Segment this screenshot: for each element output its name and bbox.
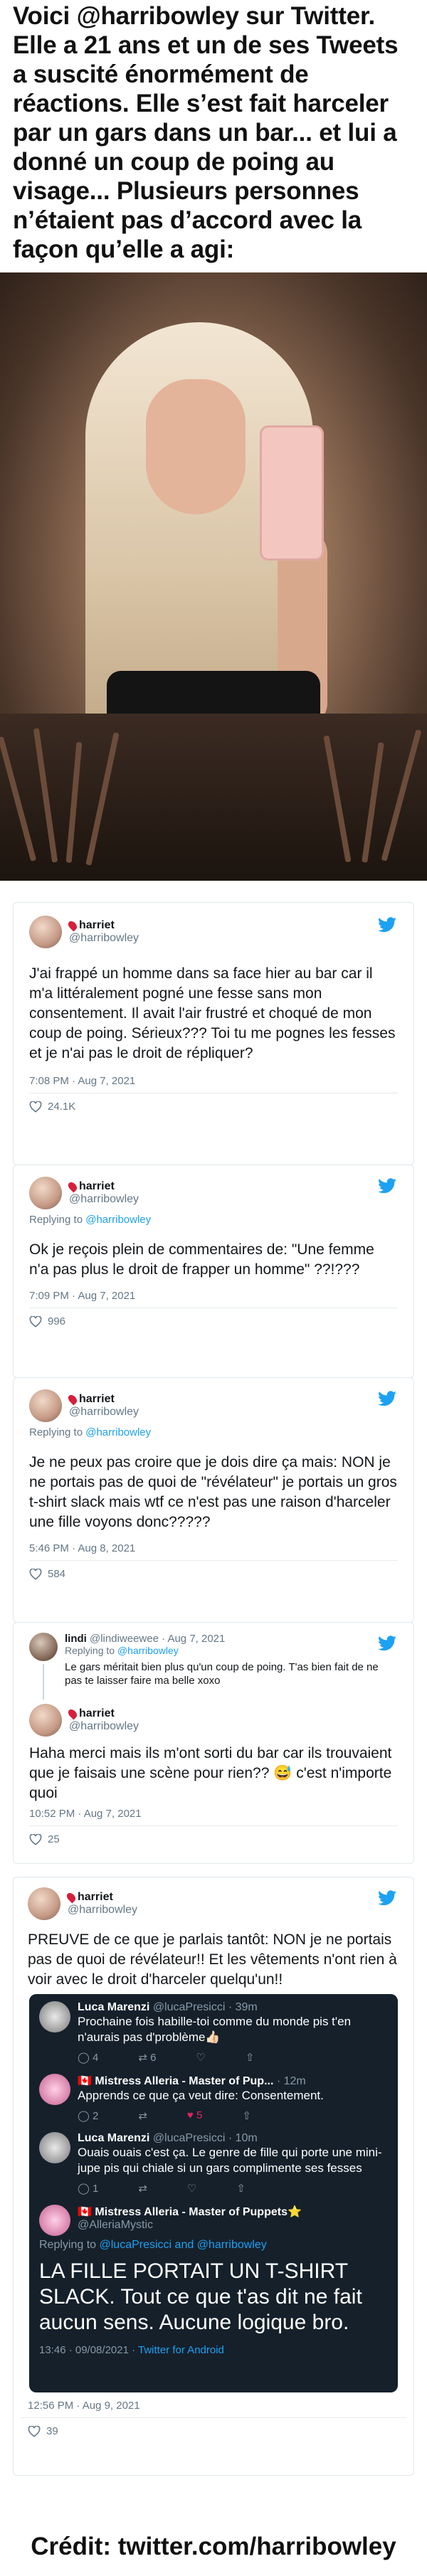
tweet-timestamp[interactable]: 10:52 PM · Aug 7, 2021 xyxy=(29,1808,398,1820)
embedded-reply: Luca Marenzi @lucaPresicci · 10m Ouais o… xyxy=(39,2132,388,2195)
embedded-text: Ouais ouais c'est ça. Le genre de fille … xyxy=(78,2146,382,2175)
parent-reply-to[interactable]: @harribowley xyxy=(117,1645,179,1656)
parent-tweet-text: Le gars méritait bien plus qu'un coup de… xyxy=(65,1661,379,1687)
avatar[interactable] xyxy=(29,1389,62,1422)
embedded-text: Apprends ce que ça veut dire: Consenteme… xyxy=(78,2089,324,2102)
embedded-author-name: 🇨🇦 Mistress Alleria - Master of Pup... xyxy=(78,2075,274,2087)
retweet-icon: ⇄ xyxy=(138,2183,147,2195)
tweet-timestamp[interactable]: 7:09 PM · Aug 7, 2021 xyxy=(29,1290,398,1302)
reply-icon: ◯ 2 xyxy=(78,2110,99,2122)
avatar[interactable] xyxy=(29,1704,62,1737)
pin-icon xyxy=(66,1707,79,1720)
meme-caption: Voici @harribowley sur Twitter. Elle a 2… xyxy=(13,2,399,263)
tweet-card: harriet @harribowley Replying to @harrib… xyxy=(13,1165,414,1378)
embedded-author-name: 🇨🇦 Mistress Alleria - Master of Puppets⭐ xyxy=(78,2206,302,2218)
replying-to: Replying to @harribowley xyxy=(29,1214,152,1226)
tweet-card: harriet @harribowley Replying to @harrib… xyxy=(13,1377,414,1623)
reply-icon: ◯ 1 xyxy=(78,2183,99,2195)
avatar[interactable] xyxy=(29,1177,62,1209)
author-handle[interactable]: @harribowley xyxy=(69,932,139,945)
heart-icon[interactable] xyxy=(29,1315,42,1327)
twitter-bird-icon xyxy=(378,917,396,933)
twitter-bird-icon xyxy=(378,1391,396,1406)
share-icon: ⇧ xyxy=(242,2110,251,2122)
heart-icon: ♥ 5 xyxy=(186,2109,203,2121)
tweet-card: lindi @lindiweewee · Aug 7, 2021 Replyin… xyxy=(13,1622,414,1864)
heart-icon: ♡ xyxy=(196,2052,206,2064)
embedded-reply: Luca Marenzi @lucaPresicci · 39m Prochai… xyxy=(39,2001,388,2064)
twitter-bird-icon xyxy=(378,1178,396,1194)
avatar xyxy=(39,2074,70,2105)
tweet-card: harriet @harribowley J'ai frappé un homm… xyxy=(13,902,414,1165)
embedded-screenshot: Luca Marenzi @lucaPresicci · 39m Prochai… xyxy=(29,1994,398,2392)
tweet-text: Ok je reçois plein de commentaires de: "… xyxy=(29,1241,374,1278)
embedded-author-name: Luca Marenzi xyxy=(78,2132,150,2144)
like-count: 24.1K xyxy=(48,1101,76,1113)
like-count: 39 xyxy=(46,2425,58,2437)
parent-date: · Aug 7, 2021 xyxy=(162,1633,226,1645)
like-count: 584 xyxy=(48,1568,66,1580)
twitter-bird-icon xyxy=(378,1890,396,1906)
heart-icon[interactable] xyxy=(29,1833,42,1845)
embedded-final-text: LA FILLE PORTAIT UN T-SHIRT SLACK. Tout … xyxy=(39,2259,362,2334)
selfie-photo xyxy=(0,272,427,881)
heart-icon[interactable] xyxy=(29,1101,42,1113)
replying-to: Replying to @harribowley xyxy=(29,1426,152,1438)
author-handle[interactable]: @harribowley xyxy=(68,1904,137,1917)
tweet-timestamp[interactable]: 5:46 PM · Aug 8, 2021 xyxy=(29,1542,398,1554)
embedded-reply-to: @lucaPresicci and @harribowley xyxy=(99,2239,267,2251)
avatar xyxy=(39,2001,70,2032)
embedded-text: Prochaine fois habille-toi comme du mond… xyxy=(78,2015,352,2044)
credit-text: Crédit: twitter.com/harribowley xyxy=(31,2533,396,2560)
like-count: 25 xyxy=(48,1833,60,1845)
embedded-author-name: Luca Marenzi xyxy=(78,2001,150,2013)
author-name[interactable]: harriet xyxy=(79,1707,115,1720)
pin-icon xyxy=(66,919,79,932)
retweet-icon: ⇄ xyxy=(138,2110,147,2122)
avatar[interactable] xyxy=(29,916,62,948)
heart-icon: ♡ xyxy=(186,2183,197,2195)
pin-icon xyxy=(65,1891,78,1904)
tweet-text: PREUVE de ce que je parlais tantôt: NON … xyxy=(28,1931,397,1988)
pin-icon xyxy=(66,1393,79,1406)
avatar[interactable] xyxy=(28,1887,60,1920)
parent-author-name[interactable]: lindi xyxy=(65,1633,87,1645)
parent-avatar[interactable] xyxy=(29,1633,58,1661)
share-icon: ⇧ xyxy=(236,2183,246,2195)
tweet-text: Je ne peux pas croire que je dois dire ç… xyxy=(29,1454,397,1530)
tweet-text: J'ai frappé un homme dans sa face hier a… xyxy=(29,965,396,1061)
author-name[interactable]: harriet xyxy=(79,1393,115,1406)
author-name[interactable]: harriet xyxy=(79,919,115,932)
embedded-final-tweet: 🇨🇦 Mistress Alleria - Master of Puppets⭐… xyxy=(39,2205,388,2236)
tweet-timestamp[interactable]: 7:08 PM · Aug 7, 2021 xyxy=(29,1075,398,1087)
retweet-icon: ⇄ 6 xyxy=(138,2052,157,2064)
embedded-source: Twitter for Android xyxy=(138,2344,224,2356)
heart-icon[interactable] xyxy=(28,2425,41,2437)
embedded-author-handle: @AlleriaMystic xyxy=(78,2219,154,2231)
like-count: 996 xyxy=(48,1315,66,1327)
twitter-bird-icon xyxy=(378,1636,396,1651)
heart-icon[interactable] xyxy=(29,1568,42,1580)
avatar xyxy=(39,2205,70,2236)
author-handle[interactable]: @harribowley xyxy=(69,1720,139,1733)
avatar xyxy=(39,2132,70,2163)
pin-icon xyxy=(66,1180,79,1193)
author-name[interactable]: harriet xyxy=(79,1180,115,1193)
author-handle[interactable]: @harribowley xyxy=(69,1193,139,1206)
tweet-text: Haha merci mais ils m'ont sorti du bar c… xyxy=(29,1745,392,1801)
parent-author-handle[interactable]: @lindiweewee xyxy=(90,1633,159,1645)
tweet-timestamp[interactable]: 12:56 PM · Aug 9, 2021 xyxy=(21,2400,406,2412)
author-name[interactable]: harriet xyxy=(78,1891,113,1904)
embedded-reply: 🇨🇦 Mistress Alleria - Master of Pup... ·… xyxy=(39,2074,388,2122)
embedded-timestamp: 13:46 · 09/08/2021 · xyxy=(39,2344,138,2356)
reply-icon: ◯ 4 xyxy=(78,2052,99,2064)
author-handle[interactable]: @harribowley xyxy=(69,1406,139,1419)
phone-icon xyxy=(260,425,324,561)
tweet-card: harriet @harribowley PREUVE de ce que je… xyxy=(13,1877,414,2476)
share-icon: ⇧ xyxy=(245,2052,255,2064)
